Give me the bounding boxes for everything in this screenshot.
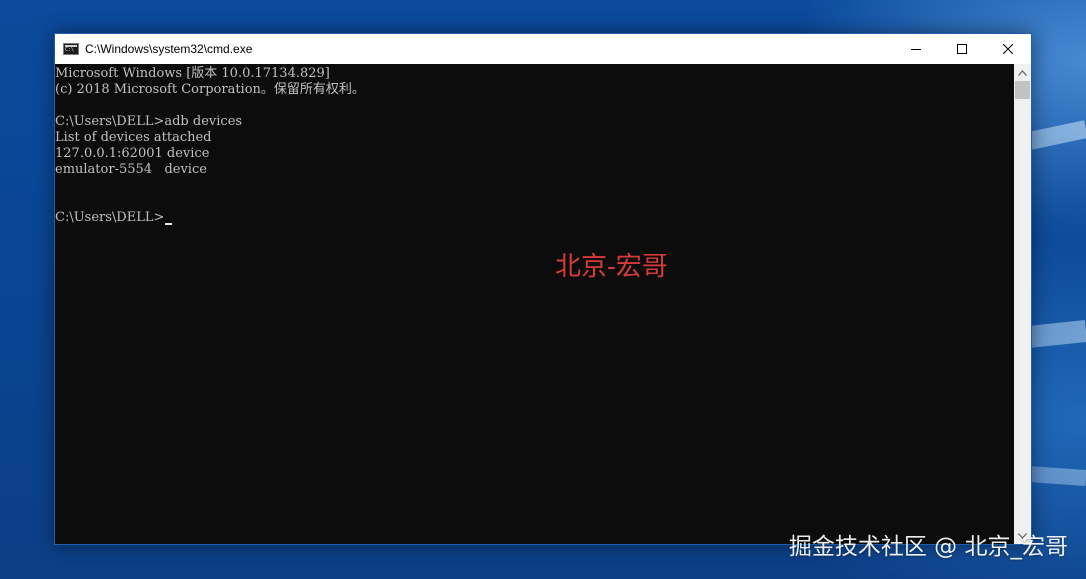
command-prompt[interactable]: C:\Users\DELL> [55, 210, 164, 226]
vertical-scrollbar[interactable] [1014, 64, 1031, 544]
maximize-icon [957, 44, 967, 54]
chevron-up-icon [1018, 69, 1027, 76]
window-title: C:\Windows\system32\cmd.exe [85, 42, 253, 56]
text-cursor [165, 223, 172, 225]
console-line: List of devices attached [55, 130, 212, 145]
console-line: Microsoft Windows [版本 10.0.17134.829] [55, 66, 330, 81]
window-controls [893, 34, 1031, 64]
console-line: (c) 2018 Microsoft Corporation。保留所有权利。 [55, 82, 365, 97]
console-output[interactable]: Microsoft Windows [版本 10.0.17134.829] (c… [55, 64, 1014, 544]
scroll-up-button[interactable] [1014, 64, 1031, 81]
site-watermark: 掘金技术社区 @ 北京_宏哥 [788, 534, 1068, 560]
minimize-icon [911, 49, 921, 50]
maximize-button[interactable] [939, 34, 985, 64]
close-button[interactable] [985, 34, 1031, 64]
minimize-button[interactable] [893, 34, 939, 64]
console-line: 127.0.0.1:62001 device [55, 146, 210, 161]
scrollbar-thumb[interactable] [1015, 81, 1030, 99]
console-line: C:\Users\DELL>adb devices [55, 114, 243, 129]
title-bar[interactable]: C:\Windows\system32\cmd.exe [55, 34, 1031, 64]
console-app-icon[interactable] [63, 43, 79, 55]
cmd-window[interactable]: C:\Windows\system32\cmd.exe Microsoft W [54, 33, 1032, 545]
author-watermark: 北京-宏哥 [555, 252, 668, 282]
close-icon [1003, 44, 1013, 54]
console-line: emulator-5554 device [55, 162, 207, 177]
